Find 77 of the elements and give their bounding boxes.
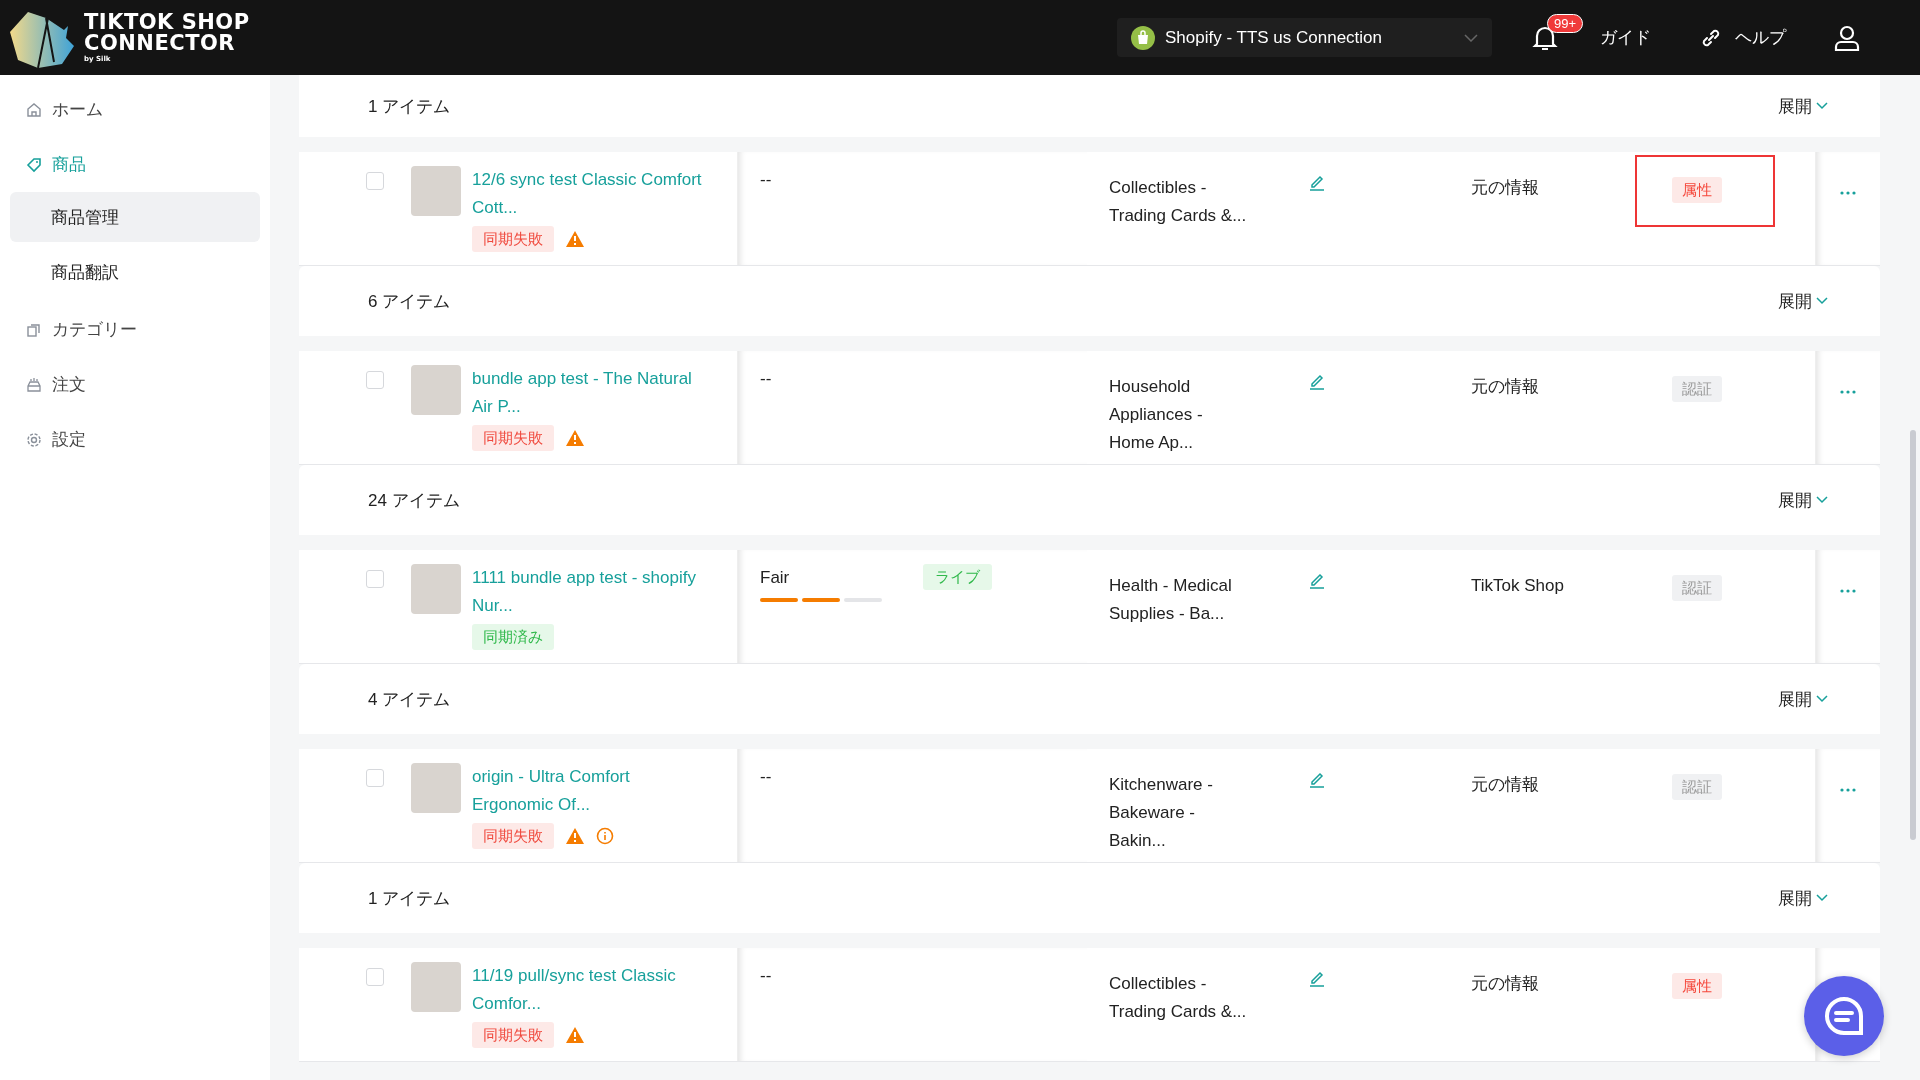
expand-toggle[interactable]: 展開 — [1778, 886, 1828, 910]
item-count: 1 アイテム — [368, 95, 452, 118]
category-text: Kitchenware - Bakeware - Bakin... — [1109, 774, 1214, 852]
row-checkbox[interactable] — [366, 172, 384, 190]
chevron-down-icon — [1816, 695, 1828, 703]
sidebar-subitem[interactable]: 商品翻訳 — [10, 247, 260, 297]
chevron-down-icon — [1816, 297, 1828, 305]
sync-status-tag: 同期失敗 — [472, 226, 554, 252]
tag-icon — [26, 156, 42, 173]
row-checkbox[interactable] — [366, 371, 384, 389]
photo-placeholder — [411, 962, 461, 1012]
sidebar-item[interactable]: 設定 — [0, 412, 270, 467]
sidebar-item[interactable]: カテゴリー — [0, 302, 270, 357]
pencil-icon[interactable] — [1309, 970, 1325, 987]
logo-text: CONNECTOR — [84, 33, 237, 54]
notification-badge: 99+ — [1547, 13, 1584, 33]
chat-icon — [1822, 996, 1866, 1036]
photo-placeholder — [411, 166, 461, 216]
user-icon[interactable] — [1834, 24, 1860, 51]
chevron-down-icon — [1816, 894, 1828, 902]
pencil-icon[interactable] — [1309, 771, 1325, 788]
more-icon[interactable] — [1840, 788, 1856, 792]
chevron-down-icon — [1464, 33, 1478, 42]
empty-value: -- — [760, 169, 772, 191]
photo-placeholder — [411, 365, 461, 415]
home-icon — [26, 101, 42, 118]
expand-toggle[interactable]: 展開 — [1778, 687, 1828, 711]
sidebar-item[interactable]: ホーム — [0, 82, 270, 137]
category-text: Health - Medical Supplies - Ba... — [1109, 575, 1233, 625]
inbox-icon — [26, 376, 42, 393]
item-count: 1 アイテム — [368, 887, 452, 910]
sync-status-tag: 同期失敗 — [472, 425, 554, 451]
category-text: Household Appliances - Home Ap... — [1109, 376, 1204, 454]
row-checkbox[interactable] — [366, 968, 384, 986]
empty-value: -- — [760, 368, 772, 390]
quality-label: Fair — [760, 568, 790, 587]
pencil-icon[interactable] — [1309, 572, 1325, 589]
expand-toggle[interactable]: 展開 — [1778, 289, 1828, 313]
more-icon[interactable] — [1840, 191, 1856, 195]
guide-link[interactable]: ガイド — [1600, 26, 1651, 49]
sync-status-tag: 同期済み — [472, 624, 554, 650]
sync-status-tag: 同期失敗 — [472, 1022, 554, 1048]
empty-value: -- — [760, 766, 772, 788]
category-text: Collectibles - Trading Cards &... — [1109, 973, 1248, 1023]
store-selector[interactable]: Shopify - TTS us Connection — [1117, 18, 1492, 57]
more-icon[interactable] — [1840, 589, 1856, 593]
row-checkbox[interactable] — [366, 769, 384, 787]
help-link[interactable]: ヘルプ — [1699, 25, 1786, 50]
item-count: 24 アイテム — [368, 489, 461, 512]
pencil-icon[interactable] — [1309, 373, 1325, 390]
category-text: Collectibles - Trading Cards &... — [1109, 177, 1248, 227]
logo-text: TIKTOK SHOP — [84, 12, 250, 33]
item-count: 6 アイテム — [368, 290, 452, 313]
copy-icon — [26, 321, 42, 338]
sidebar-subitem[interactable]: 商品管理 — [10, 192, 260, 242]
sidebar-item[interactable]: 注文 — [0, 357, 270, 412]
source-text: 元の情報 — [1471, 377, 1539, 396]
sync-status-tag: 同期失敗 — [472, 823, 554, 849]
shopping-bag-icon — [1131, 25, 1155, 50]
settings-icon — [26, 431, 42, 448]
scrollbar-thumb[interactable] — [1910, 430, 1916, 840]
chevron-down-icon — [1816, 496, 1828, 504]
source-text: 元の情報 — [1471, 775, 1539, 794]
pencil-icon[interactable] — [1309, 174, 1325, 191]
empty-value: -- — [760, 965, 772, 987]
expand-toggle[interactable]: 展開 — [1778, 94, 1828, 118]
expand-toggle[interactable]: 展開 — [1778, 488, 1828, 512]
photo-placeholder — [411, 564, 461, 614]
photo-placeholder — [411, 763, 461, 813]
source-text: TikTok Shop — [1471, 576, 1564, 595]
row-checkbox[interactable] — [366, 570, 384, 588]
status-tag: ライブ — [923, 564, 992, 590]
item-count: 4 アイテム — [368, 688, 452, 711]
source-text: 元の情報 — [1471, 178, 1539, 197]
source-text: 元の情報 — [1471, 974, 1539, 993]
chevron-down-icon — [1816, 102, 1828, 110]
more-icon[interactable] — [1840, 390, 1856, 394]
